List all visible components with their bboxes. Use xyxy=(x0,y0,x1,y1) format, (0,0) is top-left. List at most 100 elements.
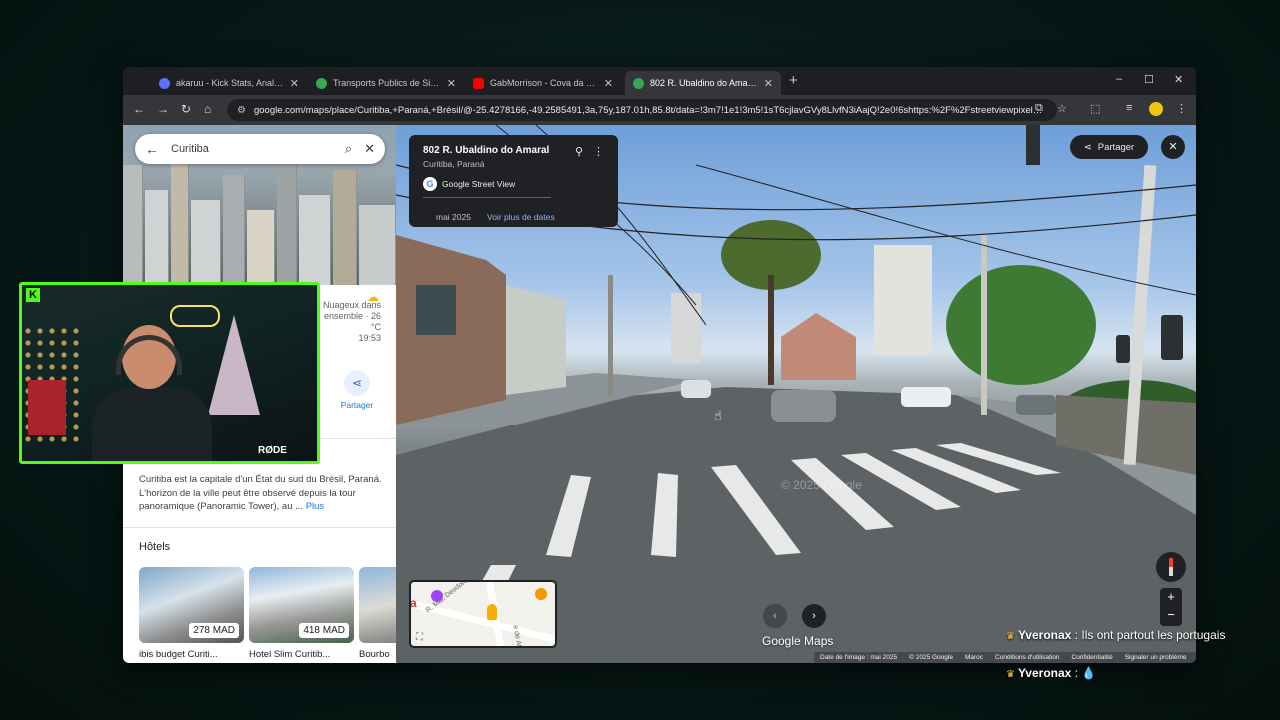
footer-copyright: © 2025 Google xyxy=(909,654,953,661)
hotel-name: Hotel Slim Curitib... xyxy=(249,649,331,660)
share-action-button[interactable]: ⋖ Partager xyxy=(335,370,379,410)
home-icon[interactable]: ⌂ xyxy=(204,102,211,116)
bookmark-star-icon[interactable]: ☆ xyxy=(1057,102,1067,115)
footer-report-link[interactable]: Signaler un problème xyxy=(1125,654,1187,661)
poi-marker-icon[interactable] xyxy=(431,590,443,602)
back-arrow-icon[interactable]: ← xyxy=(145,141,159,157)
street-view-info-card: 802 R. Ubaldino do Amaral Curitiba, Para… xyxy=(409,135,618,227)
provider-row: G Google Street View xyxy=(423,177,618,191)
footer-region[interactable]: Maroc xyxy=(965,654,983,661)
hotel-card[interactable]: Bourbo xyxy=(359,567,396,660)
maps-search-box[interactable]: ← Curitiba ⌕ ✕ xyxy=(135,134,385,164)
close-street-view-button[interactable]: ✕ xyxy=(1161,135,1185,159)
forward-icon[interactable]: → xyxy=(157,102,169,116)
image-watermark: © 2025 Google xyxy=(781,478,862,492)
chat-text: 💧 xyxy=(1081,666,1097,680)
hotel-price: 418 MAD xyxy=(299,623,349,638)
previous-image-button[interactable]: ‹ xyxy=(763,604,787,628)
close-tab-icon[interactable]: ✕ xyxy=(764,77,773,90)
next-image-button[interactable]: › xyxy=(802,604,826,628)
zoom-out-button[interactable]: − xyxy=(1160,606,1182,624)
expand-map-icon[interactable]: ⛶ xyxy=(416,632,423,643)
hotel-card[interactable]: 278 MAD ibis budget Curiti... xyxy=(139,567,244,660)
address-bar[interactable]: ⚙ google.com/maps/place/Curitiba,+Paraná… xyxy=(227,99,1057,121)
streamer-webcam: K RØDE xyxy=(19,282,320,464)
profile-avatar[interactable] xyxy=(1149,102,1163,116)
compass-icon[interactable] xyxy=(1156,552,1186,582)
map-footer: Date de l'image : mai 2025 © 2025 Google… xyxy=(814,652,1196,663)
chat-message: ♛ Yveronax : 💧 xyxy=(1006,666,1097,680)
maximize-button[interactable]: ☐ xyxy=(1144,73,1154,86)
tab-title: GabMorrison - Cova da Moura xyxy=(490,78,598,88)
tab-kick-stats[interactable]: akaruu - Kick Stats, Analytics an ✕ xyxy=(151,71,307,95)
close-window-button[interactable]: ✕ xyxy=(1174,73,1183,86)
chrome-menu-icon[interactable]: ⋮ xyxy=(1176,102,1187,115)
address-url: google.com/maps/place/Curitiba,+Paraná,+… xyxy=(253,104,1047,116)
minimap[interactable]: R. Mal. Deodoro e de Abril a ⛶ xyxy=(409,580,557,648)
youtube-favicon-icon xyxy=(473,77,484,89)
chat-username: Yveronax xyxy=(1017,628,1072,642)
compass-needle-south xyxy=(1169,567,1173,576)
pegman-icon[interactable] xyxy=(487,604,497,620)
minimap-edge-letter: a xyxy=(410,596,417,610)
site-settings-icon[interactable]: ⚙ xyxy=(237,105,246,116)
install-app-icon[interactable]: ⧉ xyxy=(1035,102,1043,115)
extensions-icon[interactable]: ⬚ xyxy=(1090,102,1100,115)
maps-favicon-icon xyxy=(633,77,644,89)
media-controls-icon[interactable]: ≡ xyxy=(1126,102,1132,114)
chat-message: ♛ Yveronax : Ils ont partout les portugai… xyxy=(1006,628,1261,642)
chat-text: Ils ont partout les portugais xyxy=(1081,628,1226,642)
weather-time: 19:53 xyxy=(358,333,381,343)
cloud-sun-icon: ☁ xyxy=(367,290,379,304)
back-icon[interactable]: ← xyxy=(133,102,145,116)
hotel-price: 278 MAD xyxy=(189,623,239,638)
place-description: Curitiba est la capitale d'un État du su… xyxy=(139,473,384,514)
search-input[interactable]: Curitiba xyxy=(171,143,333,155)
see-more-dates-link[interactable]: Voir plus de dates xyxy=(487,212,555,222)
hotel-photo xyxy=(359,567,396,643)
hotel-name: Bourbo xyxy=(359,649,390,660)
close-tab-icon[interactable]: ✕ xyxy=(604,77,613,90)
capture-date: mai 2025 xyxy=(436,212,471,222)
chat-badge-icon: ♛ xyxy=(1006,631,1015,642)
hotels-heading: Hôtels xyxy=(139,541,171,553)
more-link[interactable]: Plus xyxy=(306,501,324,512)
tab-title: Transports Publics de Sintra, Po xyxy=(333,78,441,88)
google-maps-brand: Google Maps xyxy=(762,634,834,648)
minimize-button[interactable]: – xyxy=(1116,73,1122,85)
hotel-photo: 418 MAD xyxy=(249,567,354,643)
chat-badge-icon: ♛ xyxy=(1006,669,1015,680)
close-icon[interactable]: ✕ xyxy=(364,141,375,157)
new-tab-button[interactable]: + xyxy=(789,72,798,89)
map-pin-icon[interactable]: ⚲ xyxy=(575,145,583,158)
zoom-controls: + − xyxy=(1160,588,1182,626)
street-view[interactable]: © 2025 Google ☝ 802 R. Ubaldino do Amara… xyxy=(396,125,1196,663)
more-options-icon[interactable]: ⋮ xyxy=(593,145,604,158)
weather-text: Nuageux dans ensemble · 26 °C xyxy=(322,300,381,332)
pointer-cursor-icon: ☝ xyxy=(714,408,722,423)
tab-youtube-gabmorrison[interactable]: GabMorrison - Cova da Moura ✕ xyxy=(465,71,621,95)
tab-title: 802 R. Ubaldino do Amaral - Go xyxy=(650,78,758,88)
search-icon[interactable]: ⌕ xyxy=(345,141,352,157)
footer-terms-link[interactable]: Conditions d'utilisation xyxy=(995,654,1059,661)
hotel-card[interactable]: 418 MAD Hotel Slim Curitib... xyxy=(249,567,354,660)
description-text: Curitiba est la capitale d'un État du su… xyxy=(139,474,382,512)
weather-info: ☁ Nuageux dans ensemble · 26 °C 19:53 xyxy=(319,291,381,344)
poi-marker-icon[interactable] xyxy=(535,588,547,600)
share-action-label: Partager xyxy=(340,400,374,410)
tab-google-maps[interactable]: 802 R. Ubaldino do Amaral - Go ✕ xyxy=(625,71,781,95)
google-logo-icon: G xyxy=(423,177,437,191)
kick-stats-favicon-icon xyxy=(159,77,170,89)
share-button[interactable]: ⋖ Partager xyxy=(1070,135,1148,159)
tab-transports-sintra[interactable]: Transports Publics de Sintra, Po ✕ xyxy=(308,71,464,95)
footer-privacy-link[interactable]: Confidentialité xyxy=(1072,654,1113,661)
background-decor xyxy=(28,380,66,435)
footer-image-date: Date de l'image : mai 2025 xyxy=(820,654,898,661)
reload-icon[interactable]: ↻ xyxy=(181,102,191,116)
close-tab-icon[interactable]: ✕ xyxy=(447,77,456,90)
close-tab-icon[interactable]: ✕ xyxy=(290,77,299,90)
zoom-in-button[interactable]: + xyxy=(1160,588,1182,606)
share-icon: ⋖ xyxy=(1083,141,1092,153)
hotel-name: ibis budget Curiti... xyxy=(139,649,218,660)
street-city: Curitiba, Paraná xyxy=(423,159,485,169)
